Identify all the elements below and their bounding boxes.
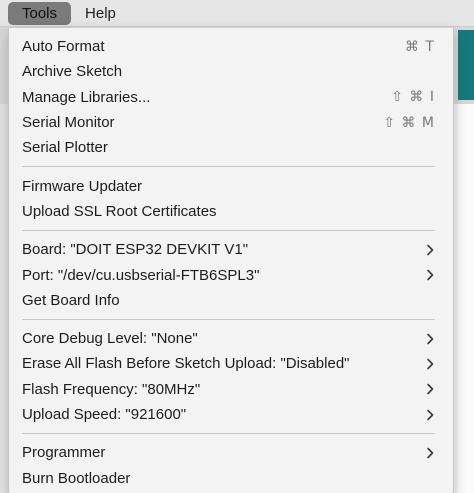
menu-item-label: Board: "DOIT ESP32 DEVKIT V1" <box>22 241 249 259</box>
menu-item-upload-speed[interactable]: Upload Speed: "921600" <box>9 402 453 427</box>
menu-item-label: Erase All Flash Before Sketch Upload: "D… <box>22 355 350 373</box>
menu-item-port[interactable]: Port: "/dev/cu.usbserial-FTB6SPL3" <box>9 262 453 287</box>
chevron-right-icon <box>427 358 434 370</box>
keyboard-shortcut: ⇧ ⌘ I <box>391 89 435 106</box>
menu-item-label: Manage Libraries... <box>22 88 151 106</box>
menu-item-erase-all-flash-before-sketch-upload[interactable]: Erase All Flash Before Sketch Upload: "D… <box>9 351 453 376</box>
menu-item-archive-sketch[interactable]: Archive Sketch <box>9 59 453 84</box>
chevron-right-icon <box>427 333 434 344</box>
menu-item-label: Get Board Info <box>22 291 120 309</box>
menu-item-label: Firmware Updater <box>22 177 143 195</box>
menu-item-label: Auto Format <box>22 38 105 56</box>
menu-bar: Tools Help <box>0 0 474 27</box>
menu-item-flash-frequency[interactable]: Flash Frequency: "80MHz" <box>9 377 453 402</box>
menu-item-label: Burn Bootloader <box>22 469 131 487</box>
menu-item-board[interactable]: Board: "DOIT ESP32 DEVKIT V1" <box>9 237 453 262</box>
keyboard-shortcut: ⇧ ⌘ M <box>383 114 435 131</box>
menu-item-label: Port: "/dev/cu.usbserial-FTB6SPL3" <box>22 266 260 284</box>
tools-menu: Auto Format ⌘ T Archive Sketch Manage Libra… <box>8 28 454 493</box>
chevron-right-icon <box>427 269 434 281</box>
menu-item-label: Archive Sketch <box>22 63 123 81</box>
menu-item-label: Flash Frequency: "80MHz" <box>22 380 201 398</box>
menu-item-serial-monitor[interactable]: Serial Monitor ⇧ ⌘ M <box>9 110 453 135</box>
ide-editor-edge <box>458 104 474 493</box>
menu-item-auto-format[interactable]: Auto Format ⌘ T <box>9 34 453 59</box>
menu-separator <box>22 230 435 232</box>
menu-separator <box>22 318 435 320</box>
ide-sidebar <box>0 104 8 493</box>
chevron-right-icon <box>427 447 434 459</box>
menu-item-upload-ssl-root-certificates[interactable]: Upload SSL Root Certificates <box>9 199 453 224</box>
menu-item-label: Upload SSL Root Certificates <box>22 202 217 220</box>
menu-item-programmer[interactable]: Programmer <box>9 440 453 465</box>
screen: Tools Help Auto Format ⌘ T Archive Sketch Ma… <box>0 0 474 493</box>
menu-separator <box>22 166 435 168</box>
menu-item-label: Core Debug Level: "None" <box>22 330 198 348</box>
menu-item-burn-bootloader[interactable]: Burn Bootloader <box>9 465 453 490</box>
keyboard-shortcut: ⌘ T <box>404 38 435 55</box>
menu-item-core-debug-level[interactable]: Core Debug Level: "None" <box>9 326 453 351</box>
menubar-item-help[interactable]: Help <box>71 2 130 25</box>
ide-toolbar-accent <box>458 30 474 100</box>
menu-item-get-board-info[interactable]: Get Board Info <box>9 288 453 313</box>
menu-item-firmware-updater[interactable]: Firmware Updater <box>9 173 453 198</box>
menu-item-label: Programmer <box>22 444 106 462</box>
chevron-right-icon <box>427 244 434 256</box>
menu-item-serial-plotter[interactable]: Serial Plotter <box>9 135 453 160</box>
menu-item-label: Serial Plotter <box>22 139 108 157</box>
menu-item-label: Upload Speed: "921600" <box>22 406 187 423</box>
menubar-item-tools[interactable]: Tools <box>8 1 72 25</box>
menu-separator <box>22 433 435 435</box>
menu-item-label: Serial Monitor <box>22 114 115 132</box>
chevron-right-icon <box>427 409 434 420</box>
chevron-right-icon <box>427 383 434 395</box>
menu-item-manage-libraries[interactable]: Manage Libraries... ⇧ ⌘ I <box>9 85 453 110</box>
